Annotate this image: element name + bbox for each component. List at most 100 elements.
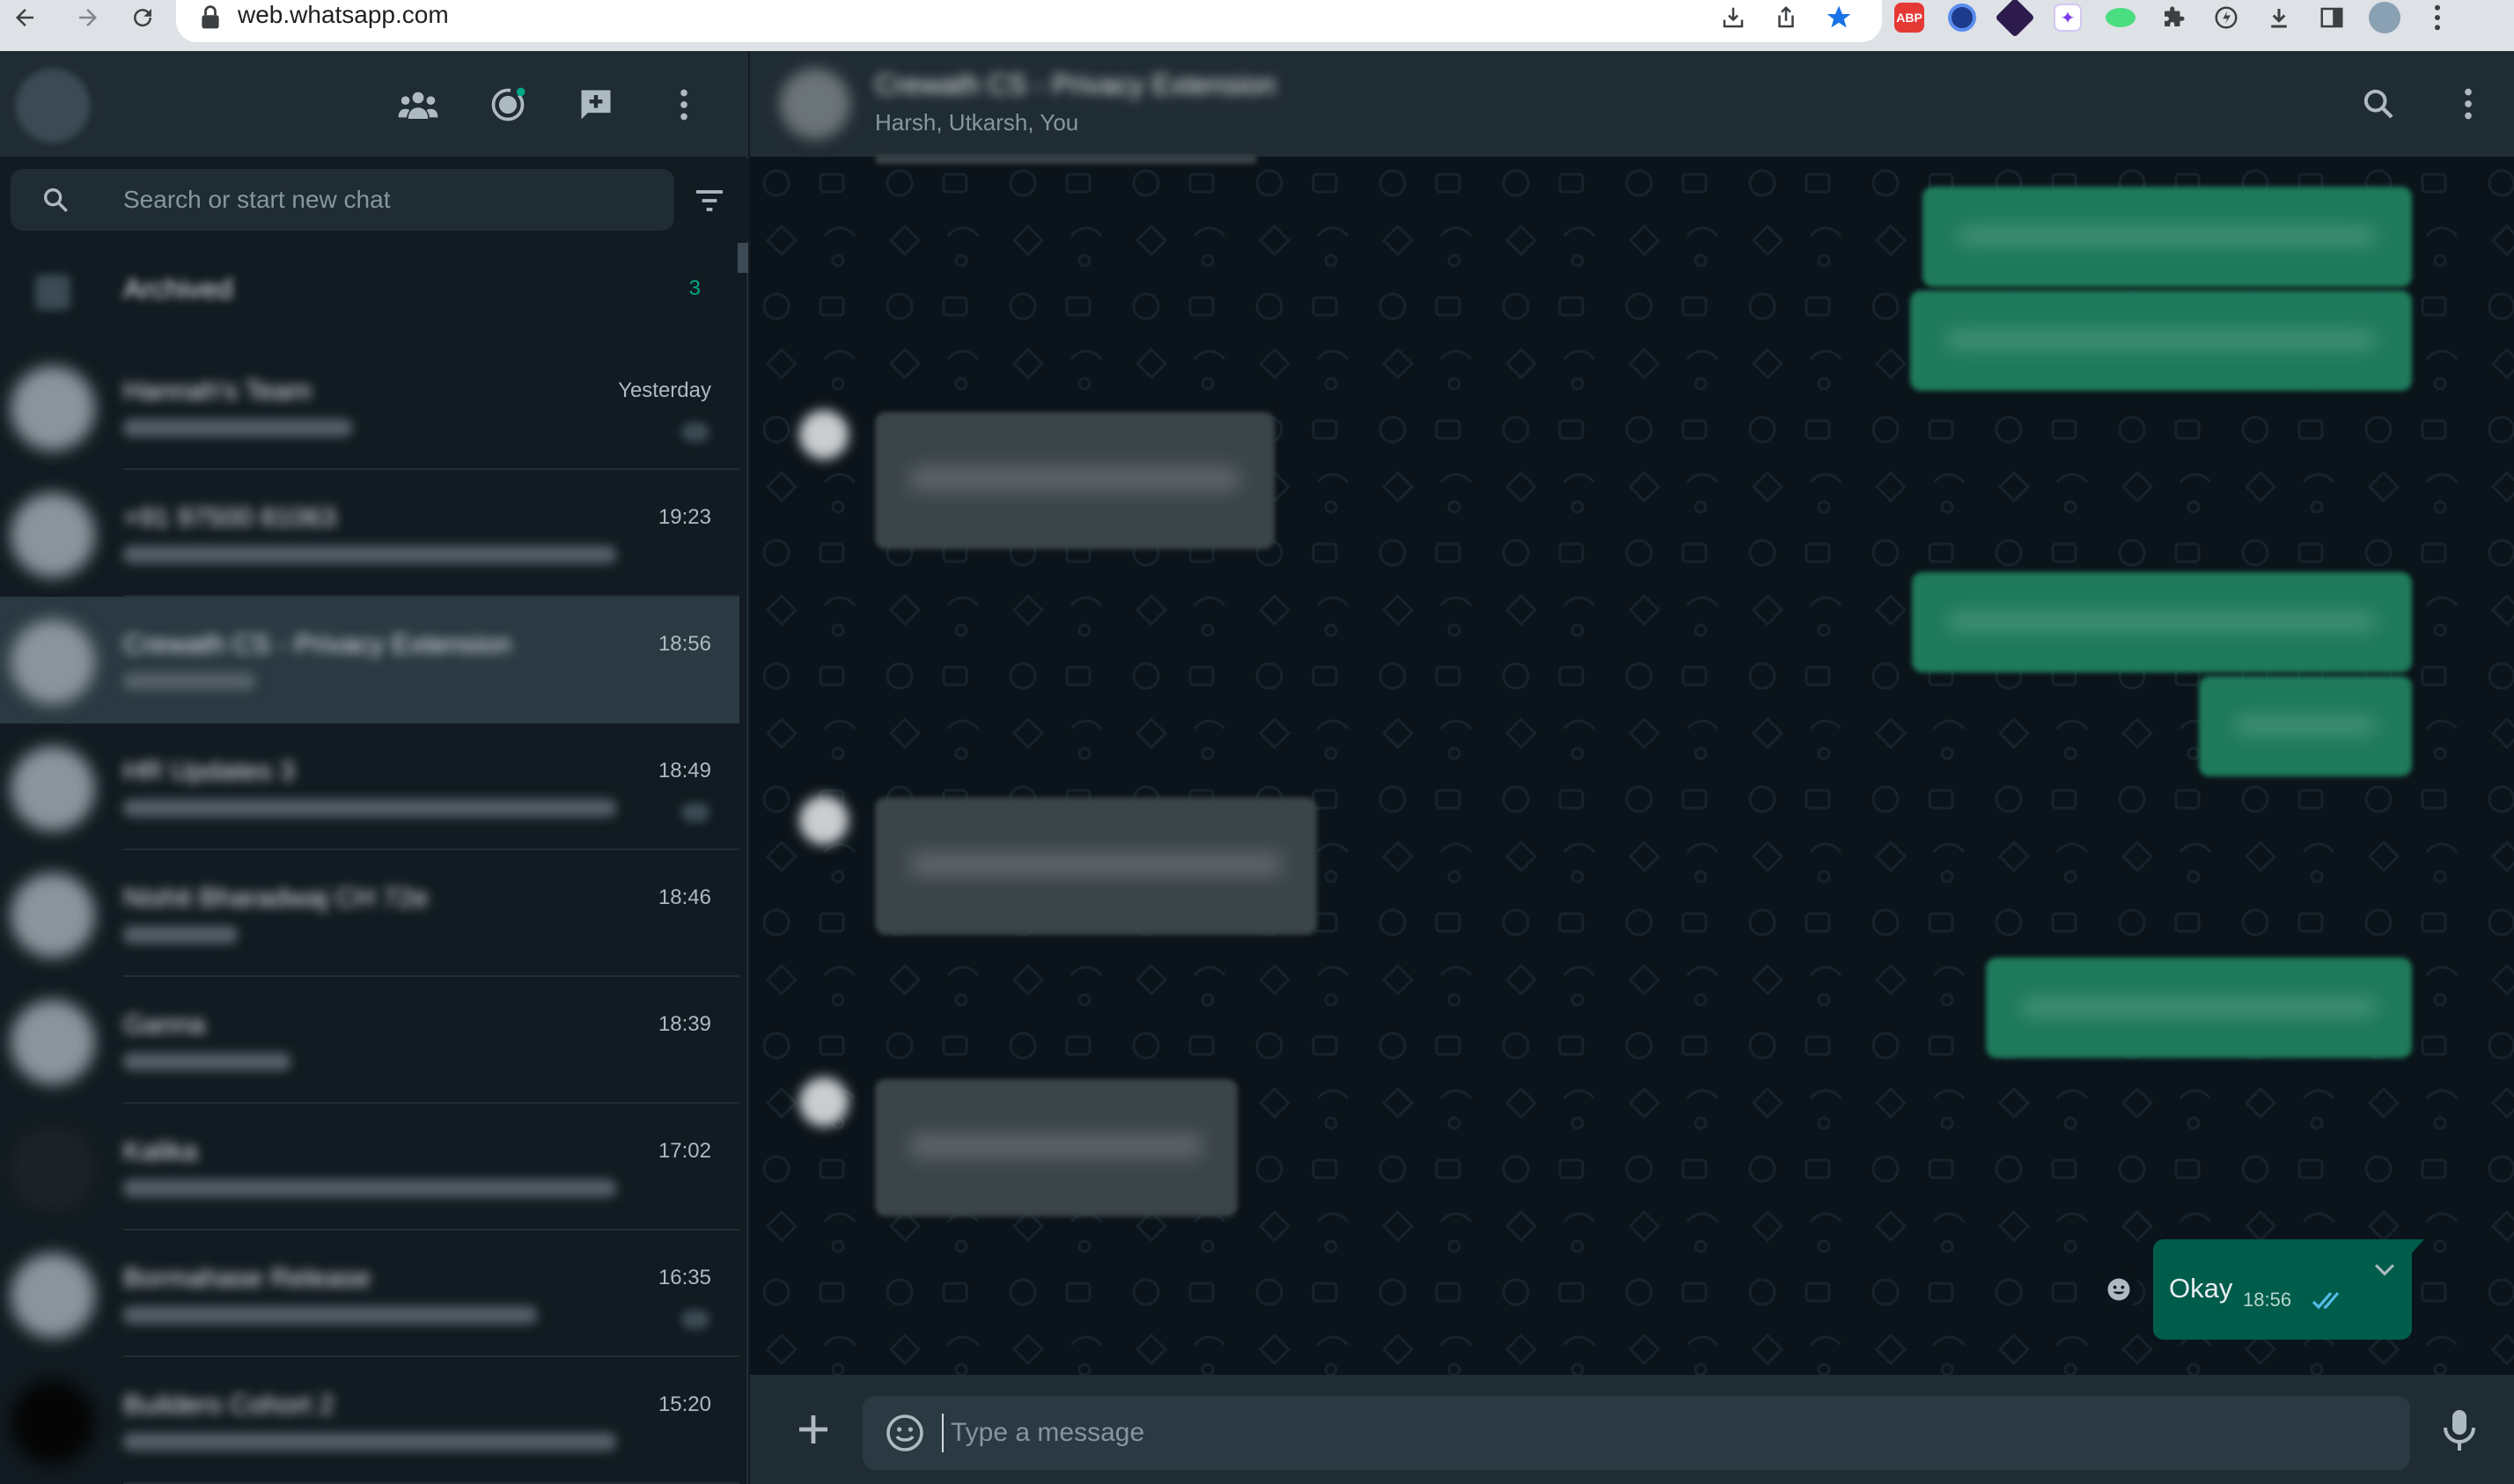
extension-green-eye-icon[interactable] [2104, 1, 2137, 34]
chat-name: Ganna [123, 1009, 206, 1040]
message-bubble-outgoing[interactable] [1912, 572, 2412, 672]
chat-list-item[interactable]: Crewath CS - Privacy Extension 18:56 [0, 597, 739, 724]
chat-item-body: Bormahase Release 16:35 [123, 1231, 739, 1357]
chat-name: Nishit Bharadwaj CH 72e [123, 882, 429, 913]
chat-list-item[interactable]: Builders Cohort 2 15:20 [0, 1357, 739, 1484]
archived-label: Archived [123, 273, 233, 305]
browser-toolbar: web.whatsapp.com ABP ✦ [0, 0, 2514, 51]
bookmark-star-icon[interactable] [1822, 1, 1856, 34]
chat-item-body: +91 97500 81063 19:23 [123, 470, 739, 597]
chat-preview [123, 799, 616, 817]
extensions-puzzle-icon[interactable] [2157, 1, 2190, 34]
message-bubble-incoming[interactable] [875, 797, 1317, 935]
chat-time: Yesterday [618, 378, 711, 402]
archived-row[interactable]: Archived 3 [0, 241, 739, 343]
chat-name: Crewath CS - Privacy Extension [123, 628, 512, 659]
chat-avatar [11, 620, 95, 704]
chat-avatar [11, 1127, 95, 1211]
adblock-extension-icon[interactable]: ABP [1893, 1, 1926, 34]
message-bubble-outgoing[interactable] [2199, 676, 2412, 776]
sidebar-header [0, 51, 748, 157]
chat-time: 15:20 [658, 1392, 711, 1416]
chat-name: Hannah's Team [123, 375, 312, 406]
chat-list: Archived 3 Hannah's Team Yesterday +91 975… [0, 241, 739, 1484]
sender-avatar[interactable] [799, 796, 849, 845]
browser-menu-icon[interactable] [2421, 1, 2454, 34]
chat-item-body: Nishit Bharadwaj CH 72e 18:46 [123, 850, 739, 977]
message-bubble-outgoing-last[interactable]: Okay 18:56 [2153, 1239, 2424, 1340]
sender-avatar[interactable] [799, 410, 849, 459]
chat-preview [123, 546, 616, 563]
chat-avatar [11, 1253, 95, 1338]
conversation-menu-icon[interactable] [2445, 81, 2491, 127]
smiley-icon [2107, 1278, 2130, 1301]
react-emoji-button[interactable] [2099, 1269, 2139, 1310]
performance-icon[interactable] [2209, 1, 2243, 34]
chat-item-body: Hannah's Team Yesterday [123, 343, 739, 470]
lock-icon [202, 5, 219, 29]
sender-avatar[interactable] [799, 1077, 849, 1127]
archived-count: 3 [688, 276, 701, 300]
message-bubble-incoming[interactable] [875, 155, 1257, 164]
conversation-header[interactable]: Crewath CS - Privacy Extension Harsh, Ut… [750, 51, 2514, 157]
search-icon [43, 187, 68, 212]
chat-time: 18:46 [658, 885, 711, 909]
new-chat-icon[interactable] [574, 83, 618, 127]
message-bubble-incoming[interactable] [875, 1079, 1238, 1216]
attach-plus-icon[interactable] [792, 1408, 834, 1451]
group-name: Crewath CS - Privacy Extension [875, 69, 1276, 100]
chat-list-item[interactable]: Ganna 18:39 [0, 977, 739, 1104]
message-time: 18:56 [2243, 1289, 2292, 1311]
emoji-icon[interactable] [884, 1412, 926, 1454]
message-composer [750, 1375, 2514, 1484]
conversation-pane: Crewath CS - Privacy Extension Harsh, Ut… [750, 51, 2514, 1484]
url-text: web.whatsapp.com [238, 1, 449, 28]
unread-badge [681, 422, 709, 442]
unread-badge [681, 803, 709, 822]
message-input[interactable] [942, 1414, 2385, 1452]
group-members: Harsh, Utkarsh, You [875, 109, 1079, 136]
side-panel-icon[interactable] [2315, 1, 2349, 34]
extension-blue-icon[interactable] [1945, 1, 1979, 34]
chat-item-body: Kalika 17:02 [123, 1104, 739, 1231]
install-app-icon[interactable] [1716, 1, 1750, 34]
chat-list-item[interactable]: HR Updates 3 18:49 [0, 724, 739, 850]
communities-icon[interactable] [396, 83, 440, 127]
chat-list-scrollbar[interactable] [738, 243, 748, 273]
chat-list-item[interactable]: Kalika 17:02 [0, 1104, 739, 1231]
chevron-down-icon[interactable] [2370, 1255, 2400, 1285]
chat-avatar [11, 366, 95, 451]
profile-avatar-icon[interactable] [2368, 1, 2401, 34]
status-icon[interactable] [486, 83, 530, 127]
chat-avatar [11, 1000, 95, 1084]
extension-purple-icon[interactable]: ✦ [2051, 1, 2084, 34]
menu-icon[interactable] [662, 83, 706, 127]
extension-hex-icon[interactable] [1995, 0, 2035, 38]
my-profile-avatar[interactable] [16, 69, 90, 143]
share-icon[interactable] [1769, 1, 1803, 34]
message-bubble-outgoing[interactable] [1910, 290, 2412, 391]
chat-preview [123, 419, 352, 437]
forward-icon[interactable] [70, 0, 106, 35]
downloads-icon[interactable] [2262, 1, 2296, 34]
chat-name: +91 97500 81063 [123, 502, 337, 533]
chat-name: HR Updates 3 [123, 755, 295, 786]
chat-list-item[interactable]: Hannah's Team Yesterday [0, 343, 739, 470]
message-bubble-outgoing[interactable] [1922, 187, 2412, 287]
chat-item-body: Builders Cohort 2 15:20 [123, 1357, 739, 1484]
chat-list-item[interactable]: +91 97500 81063 19:23 [0, 470, 739, 597]
chat-list-item[interactable]: Nishit Bharadwaj CH 72e 18:46 [0, 850, 739, 977]
reload-icon[interactable] [125, 0, 160, 35]
chat-list-item[interactable]: Bormahase Release 16:35 [0, 1231, 739, 1357]
search-input[interactable] [123, 169, 651, 231]
search-messages-icon[interactable] [2356, 81, 2401, 127]
back-icon[interactable] [7, 0, 42, 35]
microphone-icon[interactable] [2438, 1407, 2481, 1452]
message-bubble-outgoing[interactable] [1986, 958, 2412, 1058]
address-bar[interactable]: web.whatsapp.com [176, 0, 1882, 42]
chat-time: 18:56 [658, 632, 711, 656]
filter-icon[interactable] [692, 183, 727, 218]
message-bubble-incoming[interactable] [875, 412, 1275, 549]
group-avatar[interactable] [780, 69, 850, 139]
chat-time: 19:23 [658, 505, 711, 529]
